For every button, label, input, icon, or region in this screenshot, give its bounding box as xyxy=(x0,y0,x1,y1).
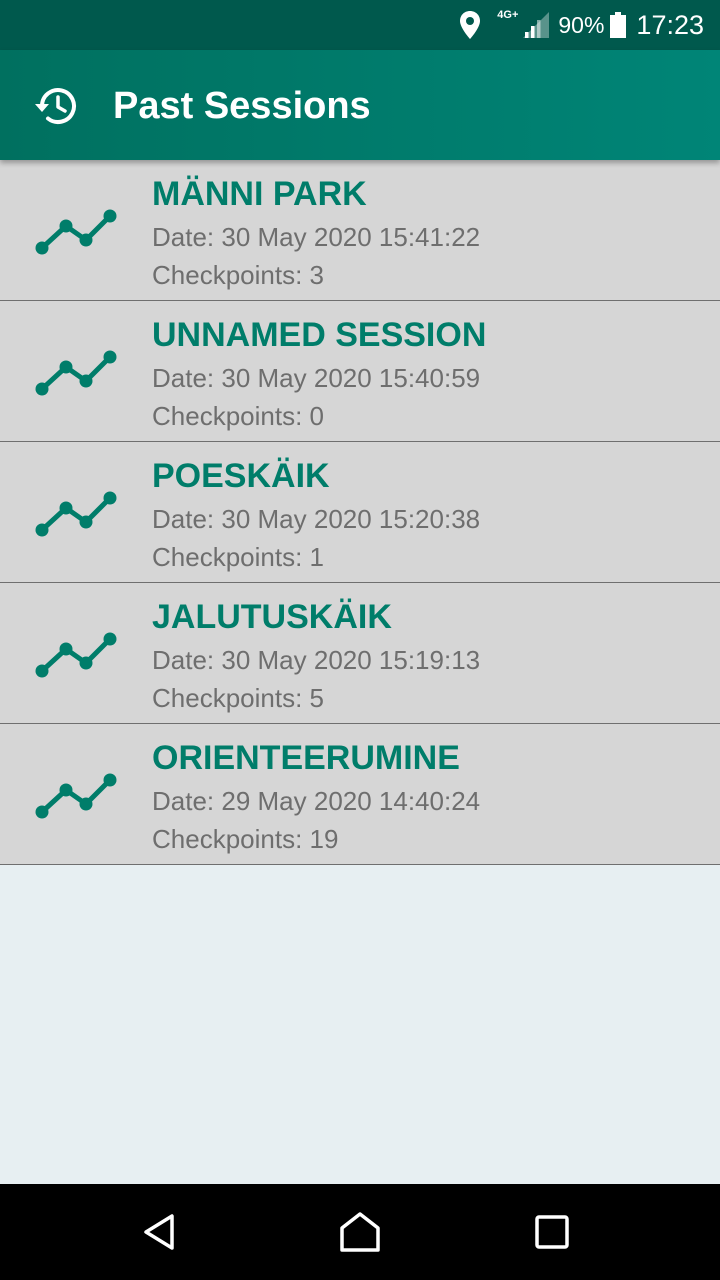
session-checkpoints: Checkpoints: 19 xyxy=(152,824,339,854)
session-name: POESKÄIK xyxy=(152,457,330,495)
app-bar: Past Sessions xyxy=(0,50,720,160)
session-date: Date: 30 May 2020 15:41:22 xyxy=(152,222,481,252)
session-item[interactable]: UNNAMED SESSION Date: 30 May 2020 15:40:… xyxy=(0,301,720,442)
trend-icon xyxy=(35,491,117,537)
trend-icon xyxy=(35,209,117,255)
session-date: Date: 30 May 2020 15:19:13 xyxy=(152,645,481,675)
session-list: MÄNNI PARK Date: 30 May 2020 15:41:22 Ch… xyxy=(0,160,720,865)
back-button[interactable] xyxy=(130,1202,190,1262)
session-checkpoints: Checkpoints: 5 xyxy=(152,683,324,713)
session-item[interactable]: MÄNNI PARK Date: 30 May 2020 15:41:22 Ch… xyxy=(0,160,720,301)
session-name: MÄNNI PARK xyxy=(152,175,367,213)
trend-icon xyxy=(35,632,117,678)
signal-icon xyxy=(523,12,550,38)
recents-button[interactable] xyxy=(522,1202,582,1262)
navigation-bar xyxy=(0,1184,720,1280)
battery-percent: 90% xyxy=(558,11,605,38)
back-icon xyxy=(144,1214,174,1250)
clock: 17:23 xyxy=(636,9,704,40)
battery-icon xyxy=(610,12,627,38)
home-button[interactable] xyxy=(330,1202,390,1262)
session-checkpoints: Checkpoints: 0 xyxy=(152,401,324,431)
session-date: Date: 30 May 2020 15:40:59 xyxy=(152,363,481,393)
session-checkpoints: Checkpoints: 3 xyxy=(152,260,324,290)
page-title: Past Sessions xyxy=(113,85,371,127)
session-item[interactable]: POESKÄIK Date: 30 May 2020 15:20:38 Chec… xyxy=(0,442,720,583)
recents-icon xyxy=(535,1215,569,1249)
status-bar: 4G+ 90% 17:23 xyxy=(0,0,720,50)
session-name: UNNAMED SESSION xyxy=(152,316,487,354)
status-icons: 4G+ 90% 17:23 xyxy=(459,0,704,50)
trend-icon xyxy=(35,350,117,396)
history-icon[interactable] xyxy=(34,84,78,128)
location-icon xyxy=(460,11,481,39)
session-item[interactable]: ORIENTEERUMINE Date: 29 May 2020 14:40:2… xyxy=(0,724,720,865)
session-name: JALUTUSKÄIK xyxy=(152,598,392,636)
session-date: Date: 29 May 2020 14:40:24 xyxy=(152,786,481,816)
trend-icon xyxy=(35,773,117,819)
network-type: 4G+ xyxy=(497,9,519,21)
session-name: ORIENTEERUMINE xyxy=(152,739,460,777)
session-checkpoints: Checkpoints: 1 xyxy=(152,542,324,572)
session-item[interactable]: JALUTUSKÄIK Date: 30 May 2020 15:19:13 C… xyxy=(0,583,720,724)
home-icon xyxy=(340,1212,380,1252)
session-date: Date: 30 May 2020 15:20:38 xyxy=(152,504,481,534)
